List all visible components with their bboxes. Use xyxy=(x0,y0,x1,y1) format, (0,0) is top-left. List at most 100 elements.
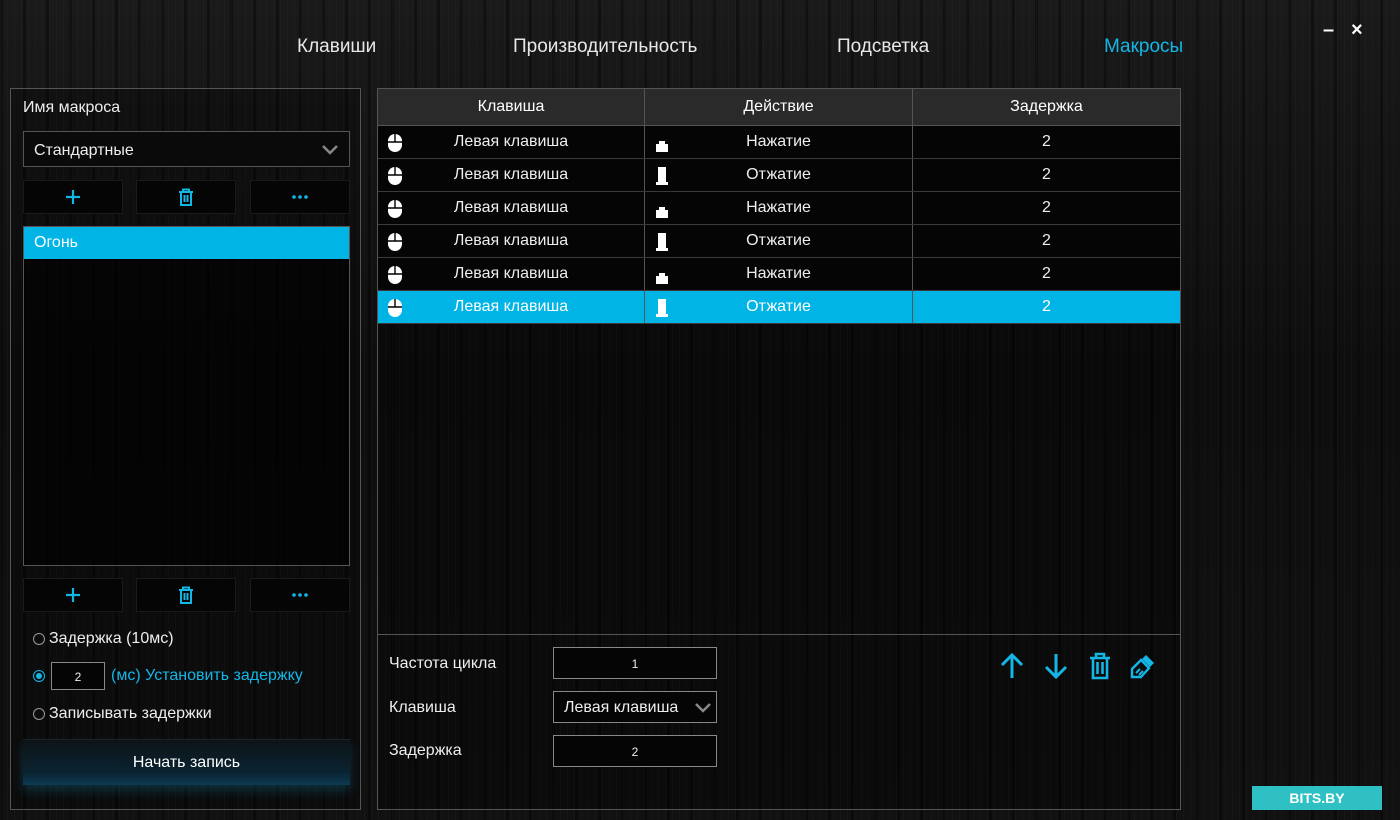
ellipsis-icon xyxy=(292,593,308,597)
clear-brush-icon[interactable] xyxy=(1128,651,1158,681)
cycle-input[interactable]: 1 xyxy=(553,647,717,679)
table-row[interactable]: Левая клавиша Нажатие 2 xyxy=(378,192,1180,225)
table-header: Клавиша Действие Задержка xyxy=(378,89,1180,126)
radio-checked-icon[interactable] xyxy=(33,670,45,682)
delay-custom-option[interactable]: 2 (мс) Установить задержку xyxy=(33,662,303,690)
macro-list-panel: Имя макроса Стандартные Огонь Задержка (… xyxy=(10,88,361,810)
table-row[interactable]: Левая клавиша Нажатие 2 xyxy=(378,258,1180,291)
action-cell-text: Отжатие xyxy=(746,298,811,315)
key-up-icon xyxy=(656,167,668,185)
chevron-down-icon xyxy=(694,698,712,716)
key-cell-text: Левая клавиша xyxy=(453,166,569,183)
delay-record-option[interactable]: Записывать задержки xyxy=(33,705,212,723)
table-row[interactable]: Левая клавиша Отжатие 2 xyxy=(378,225,1180,258)
plus-icon xyxy=(66,190,80,204)
delay-fixed-label: Задержка (10мс) xyxy=(49,630,174,647)
delay-cell-text: 2 xyxy=(1042,199,1051,216)
more-profile-button[interactable] xyxy=(250,180,350,214)
add-profile-button[interactable] xyxy=(23,180,123,214)
profile-select[interactable]: Стандартные xyxy=(23,131,350,167)
trash-icon xyxy=(179,188,193,206)
add-macro-button[interactable] xyxy=(23,578,123,612)
trash-icon xyxy=(179,586,193,604)
action-cell: Отжатие xyxy=(645,159,913,191)
column-header-action: Действие xyxy=(645,89,913,125)
key-cell: Левая клавиша xyxy=(378,258,645,290)
radio-icon[interactable] xyxy=(33,633,45,645)
action-cell-text: Нажатие xyxy=(746,265,811,282)
delay-custom-label: (мс) Установить задержку xyxy=(111,667,303,684)
table-row[interactable]: Левая клавиша Отжатие 2 xyxy=(378,159,1180,192)
trash-icon[interactable] xyxy=(1085,651,1115,681)
action-cell-text: Нажатие xyxy=(746,199,811,216)
step-editor: Частота цикла 1 Клавиша Левая клавиша За… xyxy=(378,634,1180,810)
move-down-icon[interactable] xyxy=(1041,651,1071,681)
delete-macro-button[interactable] xyxy=(136,578,236,612)
mouse-icon xyxy=(388,233,402,251)
delay-cell-text: 2 xyxy=(1042,166,1051,183)
delay-cell: 2 xyxy=(913,225,1180,257)
action-cell: Нажатие xyxy=(645,258,913,290)
key-cell: Левая клавиша xyxy=(378,159,645,191)
radio-icon[interactable] xyxy=(33,708,45,720)
delay-input[interactable]: 2 xyxy=(553,735,717,767)
delay-label: Задержка xyxy=(389,742,462,759)
macro-list: Огонь xyxy=(23,226,350,566)
ellipsis-icon xyxy=(292,195,308,199)
key-down-icon xyxy=(656,141,668,152)
main-tabs: Клавиши Производительность Подсветка Мак… xyxy=(0,36,1400,64)
column-header-delay: Задержка xyxy=(1010,98,1083,115)
key-cell-text: Левая клавиша xyxy=(453,232,569,249)
key-down-icon xyxy=(656,273,668,284)
mouse-icon xyxy=(388,266,402,284)
plus-icon xyxy=(66,588,80,602)
mouse-icon xyxy=(388,299,402,317)
key-down-icon xyxy=(656,207,668,218)
more-macro-button[interactable] xyxy=(250,578,350,612)
key-cell-text: Левая клавиша xyxy=(453,133,569,150)
key-up-icon xyxy=(656,299,668,317)
key-cell: Левая клавиша xyxy=(378,192,645,224)
action-cell: Нажатие xyxy=(645,192,913,224)
chevron-down-icon xyxy=(322,145,338,155)
table-row[interactable]: Левая клавиша Нажатие 2 xyxy=(378,126,1180,159)
profile-select-value: Стандартные xyxy=(34,142,134,159)
key-label: Клавиша xyxy=(389,699,456,716)
key-cell: Левая клавиша xyxy=(378,225,645,257)
table-row[interactable]: Левая клавиша Отжатие 2 xyxy=(378,291,1180,324)
delay-fixed-option[interactable]: Задержка (10мс) xyxy=(33,630,174,648)
action-cell: Отжатие xyxy=(645,291,913,323)
key-cell-text: Левая клавиша xyxy=(453,265,569,282)
custom-delay-input[interactable]: 2 xyxy=(51,662,105,690)
delay-cell: 2 xyxy=(913,126,1180,158)
tab-macros[interactable]: Макросы xyxy=(1104,36,1183,58)
mouse-icon xyxy=(388,134,402,152)
column-header-key: Клавиша xyxy=(378,89,645,125)
move-up-icon[interactable] xyxy=(997,651,1027,681)
key-select[interactable]: Левая клавиша xyxy=(553,691,717,723)
macro-list-item[interactable]: Огонь xyxy=(24,227,349,259)
delay-cell: 2 xyxy=(913,291,1180,323)
key-cell-text: Левая клавиша xyxy=(453,199,569,216)
delay-cell-text: 2 xyxy=(1042,232,1051,249)
action-cell-text: Отжатие xyxy=(746,166,811,183)
delay-cell-text: 2 xyxy=(1042,133,1051,150)
key-cell: Левая клавиша xyxy=(378,126,645,158)
delay-record-label: Записывать задержки xyxy=(49,705,212,722)
action-cell-text: Нажатие xyxy=(746,133,811,150)
delay-cell-text: 2 xyxy=(1042,265,1051,282)
action-cell: Нажатие xyxy=(645,126,913,158)
key-cell-text: Левая клавиша xyxy=(453,298,569,315)
watermark-logo: BITS.BY xyxy=(1252,786,1382,810)
tab-performance[interactable]: Производительность xyxy=(513,36,697,58)
macro-name-heading: Имя макроса xyxy=(23,99,121,116)
start-recording-button[interactable]: Начать запись xyxy=(23,739,350,785)
tab-lighting[interactable]: Подсветка xyxy=(837,36,929,58)
mouse-icon xyxy=(388,200,402,218)
delay-cell: 2 xyxy=(913,192,1180,224)
tab-keys[interactable]: Клавиши xyxy=(297,36,376,58)
key-select-value: Левая клавиша xyxy=(564,699,679,716)
profile-actions xyxy=(23,180,350,214)
delay-cell-text: 2 xyxy=(1042,298,1051,315)
delete-profile-button[interactable] xyxy=(136,180,236,214)
